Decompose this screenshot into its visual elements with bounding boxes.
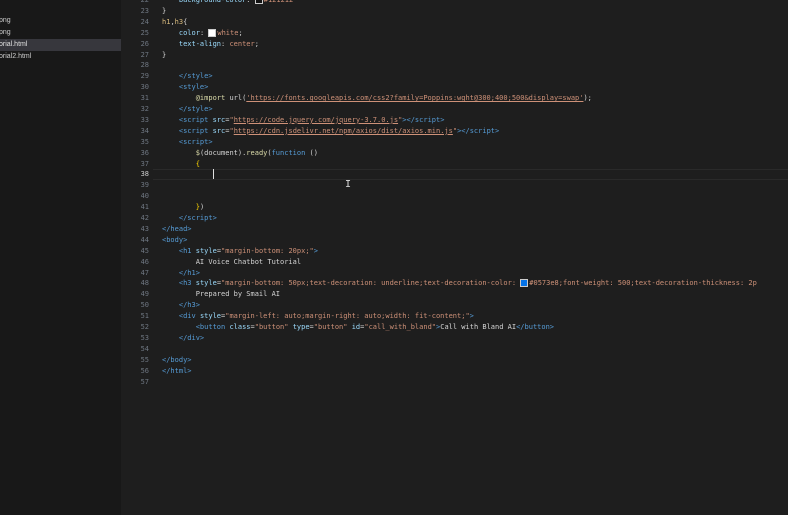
file-item[interactable]: png xyxy=(0,15,121,27)
line-number: 36 xyxy=(140,148,149,157)
line-number: 44 xyxy=(140,235,149,244)
code-line[interactable]: <script src="https://cdn.jsdelivr.net/np… xyxy=(162,126,499,137)
file-item[interactable]: orial2.html xyxy=(0,51,121,63)
line-number: 45 xyxy=(140,246,149,255)
line-number: 51 xyxy=(140,312,149,321)
line-number: 40 xyxy=(140,192,149,201)
line-number: 28 xyxy=(140,61,149,70)
line-number: 26 xyxy=(140,39,149,48)
line-number: 31 xyxy=(140,94,149,103)
line-number: 23 xyxy=(140,6,149,15)
code-line[interactable]: </div> xyxy=(162,333,204,344)
code-line[interactable]: }) xyxy=(162,202,204,213)
file-explorer-sidebar: png png orial.html orial2.html xyxy=(0,0,122,515)
code-line[interactable]: } xyxy=(162,6,166,17)
code-line[interactable]: <h1 style="margin-bottom: 20px;"> xyxy=(162,246,318,257)
code-line[interactable]: <h3 style="margin-bottom: 50px;text-deco… xyxy=(162,278,757,289)
code-line[interactable]: </h1> xyxy=(162,268,200,279)
file-item[interactable]: png xyxy=(0,27,121,39)
code-line[interactable]: AI Voice Chatbot Tutorial xyxy=(162,257,301,268)
code-line[interactable]: { xyxy=(162,159,200,170)
code-line[interactable]: } xyxy=(162,50,166,61)
line-number: 38 xyxy=(140,170,149,179)
current-line-highlight xyxy=(153,169,788,180)
code-line[interactable]: </body> xyxy=(162,355,192,366)
code-line[interactable]: $(document).ready(function () xyxy=(162,148,318,159)
line-number: 43 xyxy=(140,224,149,233)
code-line[interactable]: h1,h3{ xyxy=(162,17,187,28)
line-number: 55 xyxy=(140,355,149,364)
line-number: 32 xyxy=(140,105,149,113)
line-number: 41 xyxy=(140,203,149,212)
ibeam-cursor-icon: I xyxy=(345,179,352,190)
line-number: 54 xyxy=(140,344,149,353)
line-number: 53 xyxy=(140,333,149,342)
line-number: 39 xyxy=(140,181,149,190)
code-line[interactable]: </script> xyxy=(162,213,217,224)
code-line[interactable]: <script> xyxy=(162,137,213,148)
code-line[interactable]: @import url('https://fonts.googleapis.co… xyxy=(162,93,592,104)
line-number: 27 xyxy=(140,50,149,59)
line-number: 24 xyxy=(140,17,149,26)
code-line[interactable]: </style> xyxy=(162,71,213,82)
code-line[interactable]: color: white; xyxy=(162,28,243,39)
line-number: 30 xyxy=(140,83,149,92)
code-line[interactable]: Prepared by Smail AI xyxy=(162,289,280,300)
code-line[interactable]: <button class="button" type="button" id=… xyxy=(162,322,554,333)
line-number: 25 xyxy=(140,28,149,37)
line-number: 50 xyxy=(140,301,149,310)
code-line[interactable]: </head> xyxy=(162,224,192,235)
line-number: 47 xyxy=(140,268,149,277)
line-number: 46 xyxy=(140,257,149,266)
code-line[interactable]: text-align: center; xyxy=(162,39,259,50)
file-item[interactable]: orial.html xyxy=(0,39,121,51)
file-list: png png orial.html orial2.html xyxy=(0,15,121,63)
code-line[interactable]: <script src="https://code.jquery.com/jqu… xyxy=(162,115,445,126)
code-line[interactable]: </html> xyxy=(162,366,192,377)
code-line[interactable]: <div style="margin-left: auto;margin-rig… xyxy=(162,311,474,322)
line-number: 34 xyxy=(140,126,149,135)
line-number: 33 xyxy=(140,115,149,124)
text-caret xyxy=(213,169,214,179)
line-number: 35 xyxy=(140,137,149,146)
line-number: 52 xyxy=(140,323,149,331)
code-line[interactable]: </h3> xyxy=(162,300,200,311)
line-number: 56 xyxy=(140,366,149,375)
line-number: 48 xyxy=(140,279,149,288)
code-line[interactable]: <style> xyxy=(162,82,209,93)
code-line[interactable]: background-color: #121212 xyxy=(162,0,293,6)
line-number: 42 xyxy=(140,214,149,222)
line-number: 37 xyxy=(140,159,149,168)
code-line[interactable]: <body> xyxy=(162,235,187,246)
line-number: 57 xyxy=(140,377,149,386)
line-number: 49 xyxy=(140,290,149,299)
code-line[interactable]: </style> xyxy=(162,104,213,115)
line-number: 29 xyxy=(140,72,149,81)
